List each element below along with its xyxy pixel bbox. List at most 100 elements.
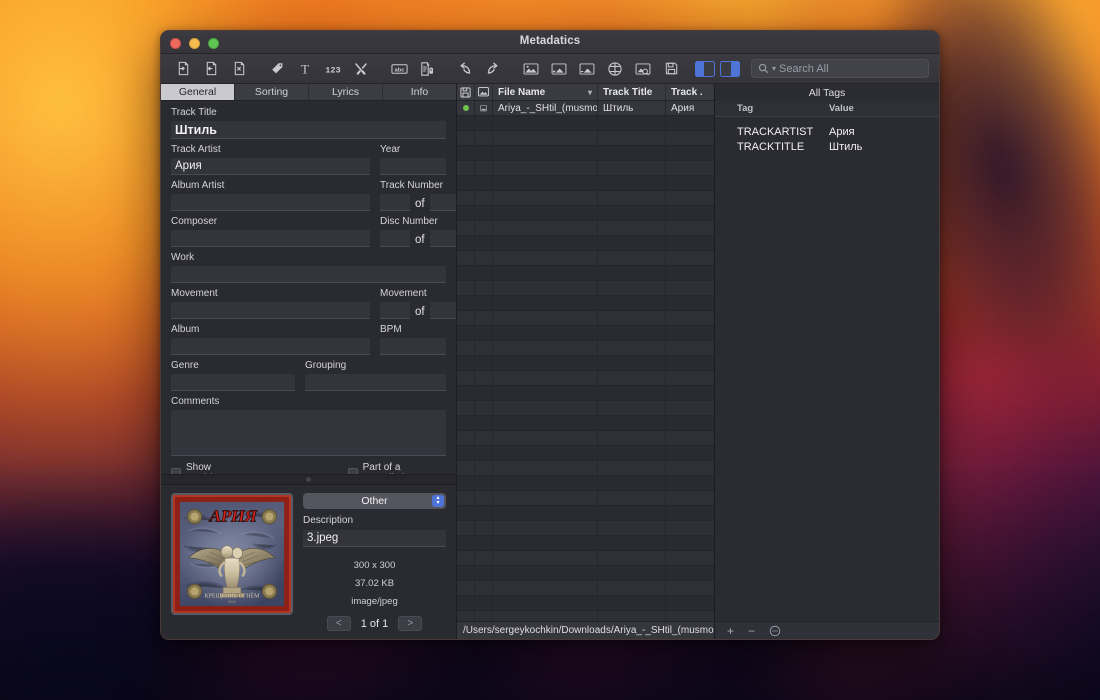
add-tag-button[interactable]: + <box>727 625 734 637</box>
table-row-empty[interactable] <box>457 566 714 581</box>
artwork-description-input[interactable] <box>303 530 446 547</box>
table-row-empty[interactable] <box>457 551 714 566</box>
movement-total-input[interactable] <box>430 302 456 319</box>
table-row-empty[interactable] <box>457 161 714 176</box>
album-input[interactable] <box>171 338 370 355</box>
audio-icon[interactable] <box>601 57 629 81</box>
tab-general[interactable]: General <box>161 84 235 100</box>
all-tags-rows[interactable]: TRACKARTIST Ария TRACKTITLE Штиль <box>715 117 939 621</box>
table-row-empty[interactable] <box>457 206 714 221</box>
movement-number-input[interactable] <box>380 302 410 319</box>
import-file-icon[interactable] <box>169 57 197 81</box>
track-title-input[interactable] <box>171 121 446 139</box>
disc-number-input[interactable] <box>380 230 410 247</box>
grouping-input[interactable] <box>305 374 446 391</box>
column-header-value[interactable]: Value <box>825 103 939 114</box>
bpm-input[interactable] <box>380 338 446 355</box>
comments-textarea[interactable] <box>171 410 446 456</box>
artwork-icon[interactable] <box>517 57 545 81</box>
more-options-button[interactable] <box>769 625 781 637</box>
redo-arrow-icon[interactable] <box>479 57 507 81</box>
table-row-empty[interactable] <box>457 236 714 251</box>
track-total-input[interactable] <box>430 194 456 211</box>
table-row-empty[interactable] <box>457 521 714 536</box>
table-row-empty[interactable] <box>457 536 714 551</box>
table-row-empty[interactable] <box>457 386 714 401</box>
status-ok-icon <box>463 105 469 111</box>
table-row-empty[interactable] <box>457 491 714 506</box>
table-row-empty[interactable] <box>457 581 714 596</box>
tools-icon[interactable] <box>347 57 375 81</box>
numbers-icon[interactable]: 123 <box>319 57 347 81</box>
toggle-file-list-button[interactable] <box>695 61 715 77</box>
tab-info[interactable]: Info <box>383 84 456 100</box>
artwork-kind-dropdown[interactable]: Other ▴▾ <box>303 493 446 509</box>
save-icon[interactable] <box>657 57 685 81</box>
table-row-empty[interactable] <box>457 596 714 611</box>
text-icon[interactable]: T <box>291 57 319 81</box>
table-row-empty[interactable] <box>457 356 714 371</box>
artwork-add-icon[interactable] <box>545 57 573 81</box>
disc-total-input[interactable] <box>430 230 456 247</box>
abc-icon[interactable]: abc <box>385 57 413 81</box>
table-row-empty[interactable] <box>457 611 714 621</box>
artwork-search-icon[interactable] <box>629 57 657 81</box>
empty-cell <box>666 296 714 310</box>
work-input[interactable] <box>171 266 446 283</box>
table-row-empty[interactable] <box>457 311 714 326</box>
file-list-rows[interactable]: Ariya_-_SHtil_(musmore.... Штиль Ария <box>457 101 714 621</box>
table-row-empty[interactable] <box>457 296 714 311</box>
table-row-empty[interactable] <box>457 116 714 131</box>
column-header-status[interactable] <box>457 84 475 100</box>
table-row[interactable]: TRACKTITLE Штиль <box>715 139 939 154</box>
column-header-file-name[interactable]: File Name ▾ <box>493 84 598 100</box>
table-row-empty[interactable] <box>457 131 714 146</box>
table-row-empty[interactable] <box>457 446 714 461</box>
undo-arrow-icon[interactable] <box>451 57 479 81</box>
column-header-tag[interactable]: Tag <box>715 103 825 114</box>
table-row-empty[interactable] <box>457 191 714 206</box>
table-row-empty[interactable] <box>457 371 714 386</box>
genre-input[interactable] <box>171 374 295 391</box>
column-header-track-artist[interactable]: Track . <box>666 84 714 100</box>
file-info-icon[interactable] <box>413 57 441 81</box>
artwork-next-button[interactable]: > <box>398 616 422 631</box>
track-artist-input[interactable] <box>171 158 370 175</box>
table-row-empty[interactable] <box>457 146 714 161</box>
panel-splitter[interactable] <box>161 474 456 485</box>
composer-input[interactable] <box>171 230 370 247</box>
table-row-empty[interactable] <box>457 476 714 491</box>
export-file-icon[interactable] <box>197 57 225 81</box>
table-row-empty[interactable] <box>457 506 714 521</box>
remove-tag-button[interactable]: − <box>748 625 755 637</box>
table-row-empty[interactable] <box>457 176 714 191</box>
table-row[interactable]: TRACKARTIST Ария <box>715 124 939 139</box>
tab-lyrics[interactable]: Lyrics <box>309 84 383 100</box>
movement-input[interactable] <box>171 302 370 319</box>
tag-icon[interactable] <box>263 57 291 81</box>
table-row-empty[interactable] <box>457 431 714 446</box>
remove-file-icon[interactable] <box>225 57 253 81</box>
search-field[interactable]: ▾ Search All <box>751 59 929 78</box>
column-header-track-title[interactable]: Track Title <box>598 84 666 100</box>
table-row-empty[interactable] <box>457 266 714 281</box>
column-header-artwork[interactable] <box>475 84 493 100</box>
table-row-empty[interactable] <box>457 326 714 341</box>
chevron-down-icon[interactable]: ▾ <box>772 64 776 73</box>
track-number-input[interactable] <box>380 194 410 211</box>
tab-sorting[interactable]: Sorting <box>235 84 309 100</box>
toggle-all-tags-button[interactable] <box>720 61 740 77</box>
table-row[interactable]: Ariya_-_SHtil_(musmore.... Штиль Ария <box>457 101 714 116</box>
artwork-prev-button[interactable]: < <box>327 616 351 631</box>
table-row-empty[interactable] <box>457 341 714 356</box>
year-input[interactable] <box>380 158 446 175</box>
table-row-empty[interactable] <box>457 461 714 476</box>
table-row-empty[interactable] <box>457 416 714 431</box>
table-row-empty[interactable] <box>457 221 714 236</box>
album-artwork-image[interactable]: АРИЯ <box>171 493 293 615</box>
artwork-remove-icon[interactable] <box>573 57 601 81</box>
album-artist-input[interactable] <box>171 194 370 211</box>
table-row-empty[interactable] <box>457 251 714 266</box>
table-row-empty[interactable] <box>457 281 714 296</box>
table-row-empty[interactable] <box>457 401 714 416</box>
